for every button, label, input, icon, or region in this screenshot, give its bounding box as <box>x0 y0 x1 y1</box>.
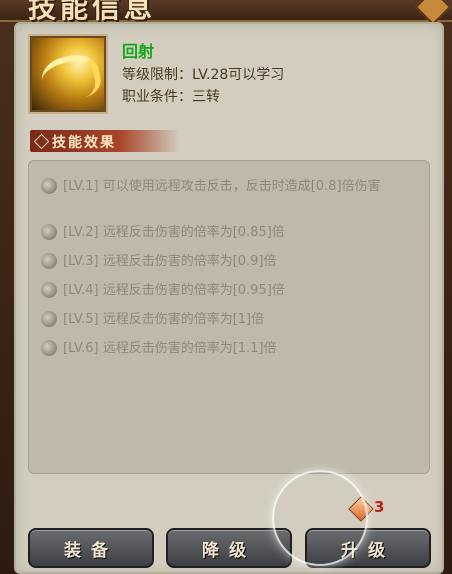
skill-name: 回射 <box>122 42 155 61</box>
job-requirement: 职业条件：三转 <box>122 89 220 105</box>
tap-highlight-ring <box>272 470 368 566</box>
level-dot-icon <box>41 253 57 269</box>
effect-item: [LV.4] 远程反击伤害的倍率为[0.95]倍 <box>41 281 413 300</box>
level-dot-icon <box>41 224 57 240</box>
level-dot-icon <box>41 311 57 327</box>
level-dot-icon <box>41 282 57 298</box>
effect-item: [LV.5] 远程反击伤害的倍率为[1]倍 <box>41 310 413 329</box>
skill-arrow-swirl-icon <box>30 36 106 112</box>
title-bar: 技能信息 <box>0 0 452 26</box>
level-requirement: 等级限制：LV.28可以学习 <box>122 67 285 83</box>
skill-info-window: 技能信息 回射 等级限制：LV.28可以学习 职业条件：三转 技能效果 [LV.… <box>0 0 452 574</box>
effect-item: [LV.3] 远程反击伤害的倍率为[0.9]倍 <box>41 252 413 271</box>
effects-list: [LV.1] 可以使用远程攻击反击，反击时造成[0.8]倍伤害 [LV.2] 远… <box>28 160 430 474</box>
effects-header: 技能效果 <box>52 135 116 151</box>
equip-button[interactable]: 装备 <box>28 528 154 568</box>
downgrade-button[interactable]: 降级 <box>166 528 292 568</box>
effect-item: [LV.1] 可以使用远程攻击反击，反击时造成[0.8]倍伤害 <box>41 177 413 196</box>
effect-item: [LV.6] 远程反击伤害的倍率为[1.1]倍 <box>41 339 413 358</box>
upgrade-cost: 3 <box>374 498 385 516</box>
effect-item: [LV.2] 远程反击伤害的倍率为[0.85]倍 <box>41 223 413 242</box>
level-dot-icon <box>41 340 57 356</box>
level-dot-icon <box>41 178 57 194</box>
